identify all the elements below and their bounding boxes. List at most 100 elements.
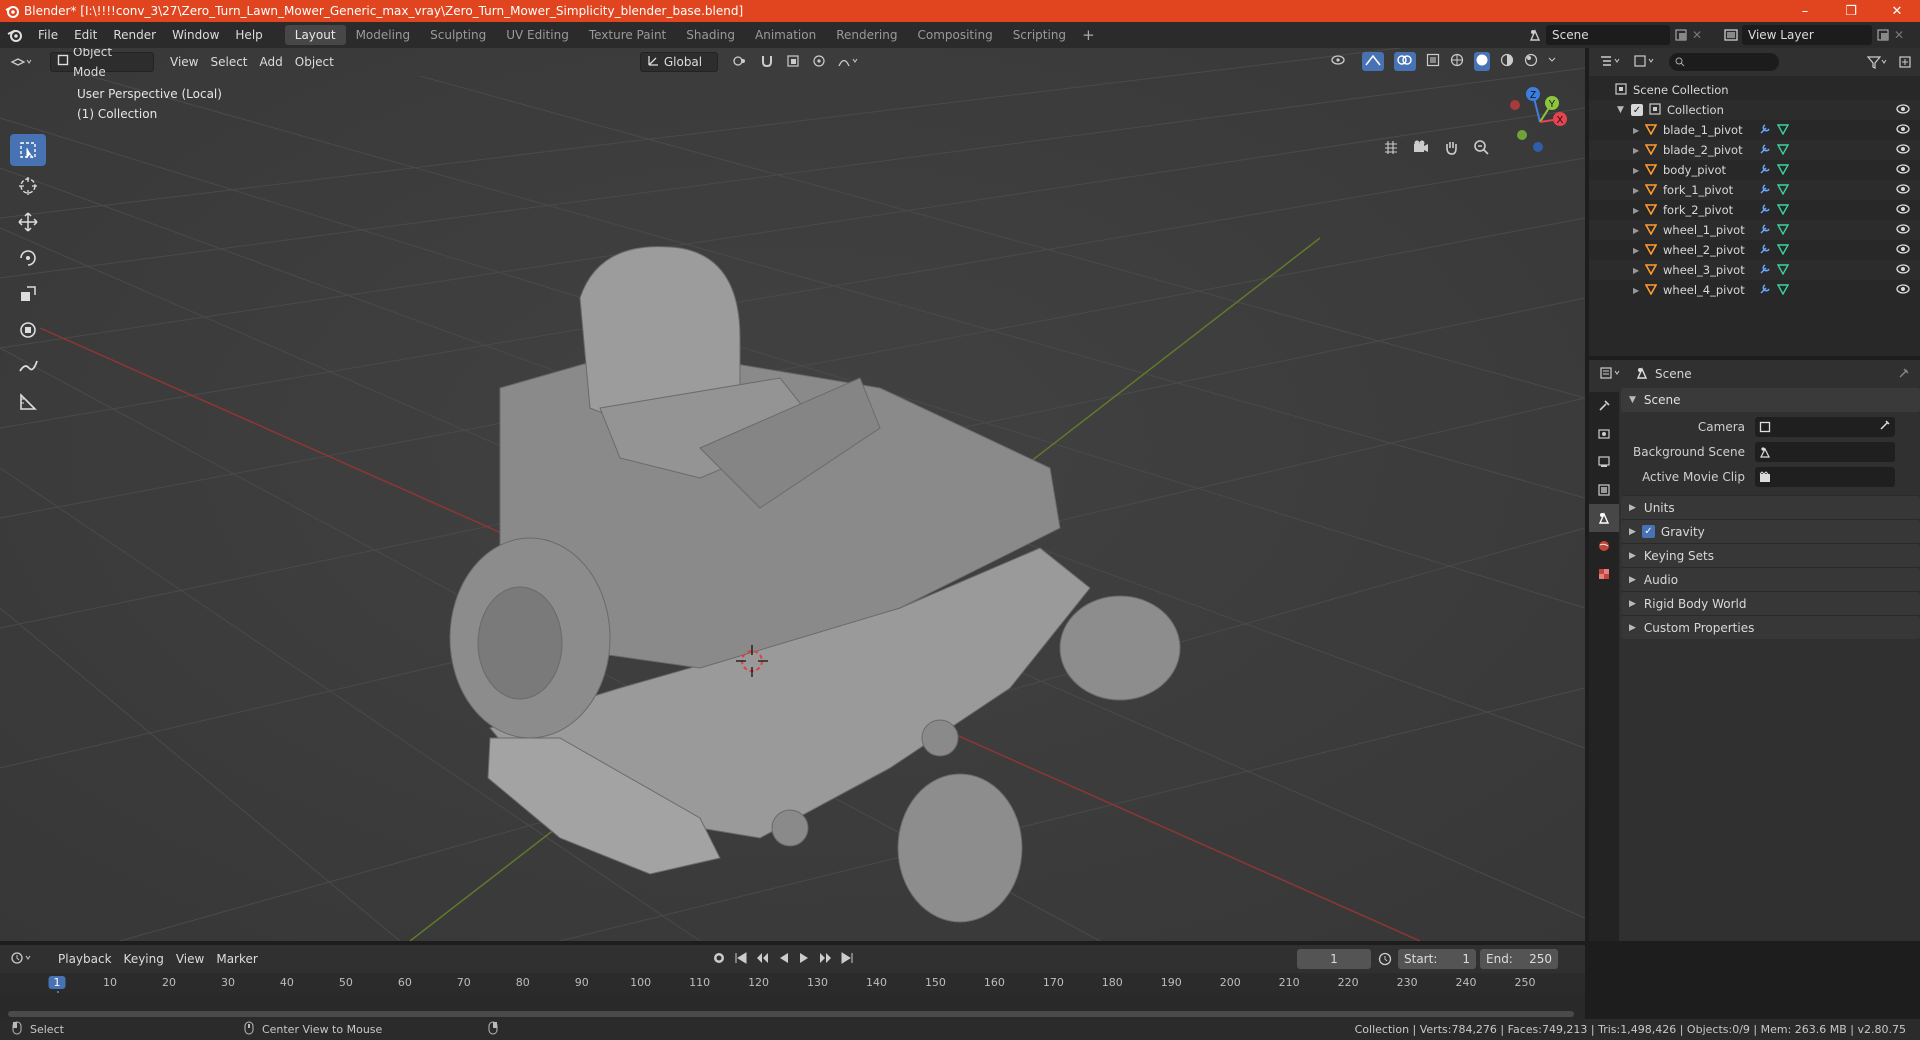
modifier-wrench-icon[interactable] [1759,283,1771,298]
prev-keyframe-icon[interactable] [756,951,770,968]
object-expand-icon[interactable]: ▶ [1633,186,1645,195]
material-shading-icon[interactable] [1500,53,1514,70]
tool-tab-icon[interactable] [1589,392,1619,420]
outliner-object-row[interactable]: ▶ fork_2_pivot [1589,200,1920,220]
display-mode-icon[interactable] [1633,54,1657,71]
cursor-tool[interactable] [10,170,46,202]
active-movie-clip-field[interactable] [1755,466,1895,487]
scene-tab-icon[interactable] [1589,504,1619,532]
close-button[interactable]: ✕ [1874,0,1920,22]
object-visibility-icon[interactable] [1896,223,1910,238]
modifier-wrench-icon[interactable] [1759,143,1771,158]
outliner-object-row[interactable]: ▶ wheel_2_pivot [1589,240,1920,260]
object-expand-icon[interactable]: ▶ [1633,146,1645,155]
menu-window[interactable]: Window [164,22,227,48]
mode-selector[interactable]: Object Mode [50,48,154,79]
scene-panel-header[interactable]: ▼ Scene [1621,388,1920,412]
menu-render[interactable]: Render [105,22,164,48]
viewport-menu-object[interactable]: Object [289,52,340,72]
object-visibility-icon[interactable] [1896,143,1910,158]
properties-editor-type-icon[interactable] [1599,366,1623,383]
collection-row[interactable]: ▼ ✓ Collection [1589,100,1920,120]
camera-field[interactable] [1755,416,1895,437]
modifier-wrench-icon[interactable] [1759,263,1771,278]
wireframe-shading-icon[interactable] [1450,53,1464,70]
outliner-object-row[interactable]: ▶ wheel_4_pivot [1589,280,1920,300]
tab-animation[interactable]: Animation [745,25,826,45]
annotate-tool[interactable] [10,350,46,382]
keying-sets-section[interactable]: ▶ Keying Sets [1621,543,1920,567]
tab-sculpting[interactable]: Sculpting [420,25,496,45]
delete-view-layer-icon[interactable]: ✕ [1894,28,1910,42]
scene-name-field[interactable]: Scene [1546,25,1670,45]
jump-end-icon[interactable] [840,951,854,968]
gizmo-toggle-icon[interactable] [1362,52,1384,71]
custom-properties-section[interactable]: ▶ Custom Properties [1621,615,1920,639]
modifier-wrench-icon[interactable] [1759,163,1771,178]
object-expand-icon[interactable]: ▶ [1633,226,1645,235]
tab-texture-paint[interactable]: Texture Paint [579,25,676,45]
viewport-menu-select[interactable]: Select [204,52,253,72]
mesh-data-icon[interactable] [1776,123,1790,138]
tab-rendering[interactable]: Rendering [826,25,907,45]
pan-view-icon[interactable] [1436,134,1466,160]
object-expand-icon[interactable]: ▶ [1633,286,1645,295]
tab-shading[interactable]: Shading [676,25,745,45]
proportional-edit-icon[interactable] [812,54,826,71]
rotate-tool[interactable] [10,242,46,274]
select-box-tool[interactable] [10,134,46,166]
object-expand-icon[interactable]: ▶ [1633,166,1645,175]
object-visibility-icon[interactable] [1896,203,1910,218]
world-tab-icon[interactable] [1589,532,1619,560]
visibility-selectability-icon[interactable] [1330,53,1352,70]
maximize-button[interactable]: ❐ [1828,0,1874,22]
output-tab-icon[interactable] [1589,448,1619,476]
navigation-gizmo[interactable]: Z Y X [1505,84,1580,159]
outliner-object-row[interactable]: ▶ blade_2_pivot [1589,140,1920,160]
menu-edit[interactable]: Edit [66,22,105,48]
snap-icon[interactable] [760,54,774,71]
transform-orientation-selector[interactable]: Global [639,52,718,72]
filter-icon[interactable] [1866,55,1912,69]
mesh-data-icon[interactable] [1776,163,1790,178]
menu-file[interactable]: File [30,22,66,48]
pivot-point-icon[interactable] [732,54,748,71]
3d-viewport[interactable]: Object Mode View Select Add Object Globa… [0,48,1585,941]
rendered-shading-icon[interactable] [1524,53,1538,70]
scale-tool[interactable] [10,278,46,310]
modifier-wrench-icon[interactable] [1759,203,1771,218]
outliner-object-row[interactable]: ▶ fork_1_pivot [1589,180,1920,200]
viewport-menu-view[interactable]: View [164,52,204,72]
play-reverse-icon[interactable] [778,951,790,968]
camera-view-icon[interactable] [1406,134,1436,160]
object-visibility-icon[interactable] [1896,123,1910,138]
pin-icon[interactable] [1898,367,1910,382]
use-preview-range-icon[interactable] [1378,952,1392,969]
new-scene-icon[interactable] [1670,29,1692,41]
toggle-grid-view-icon[interactable] [1376,134,1406,160]
timeline-scrollbar[interactable] [8,1011,1574,1017]
jump-start-icon[interactable] [734,951,748,968]
object-expand-icon[interactable]: ▶ [1633,206,1645,215]
blender-menu-icon[interactable] [0,22,30,48]
outliner-search-input[interactable] [1669,53,1779,71]
object-visibility-icon[interactable] [1896,263,1910,278]
viewport-menu-add[interactable]: Add [254,52,289,72]
collection-checkbox[interactable]: ✓ [1631,104,1643,116]
solid-shading-icon[interactable] [1474,52,1490,71]
modifier-wrench-icon[interactable] [1759,183,1771,198]
timeline-ruler[interactable]: 1 10 20 30 40 50 60 70 80 90 100 110 120 130 140 150 160… [0,973,1585,1022]
object-expand-icon[interactable]: ▶ [1633,126,1645,135]
render-tab-icon[interactable] [1589,420,1619,448]
object-expand-icon[interactable]: ▶ [1633,266,1645,275]
mesh-data-icon[interactable] [1776,263,1790,278]
minimize-button[interactable]: – [1782,0,1828,22]
mesh-data-icon[interactable] [1776,143,1790,158]
gravity-section[interactable]: ▶ ✓ Gravity [1621,519,1920,543]
delete-scene-icon[interactable]: ✕ [1692,28,1708,42]
timeline-editor-type-icon[interactable] [10,951,40,968]
outliner-object-row[interactable]: ▶ blade_1_pivot [1589,120,1920,140]
zoom-view-icon[interactable] [1466,134,1496,160]
outliner-object-row[interactable]: ▶ wheel_1_pivot [1589,220,1920,240]
mesh-data-icon[interactable] [1776,223,1790,238]
